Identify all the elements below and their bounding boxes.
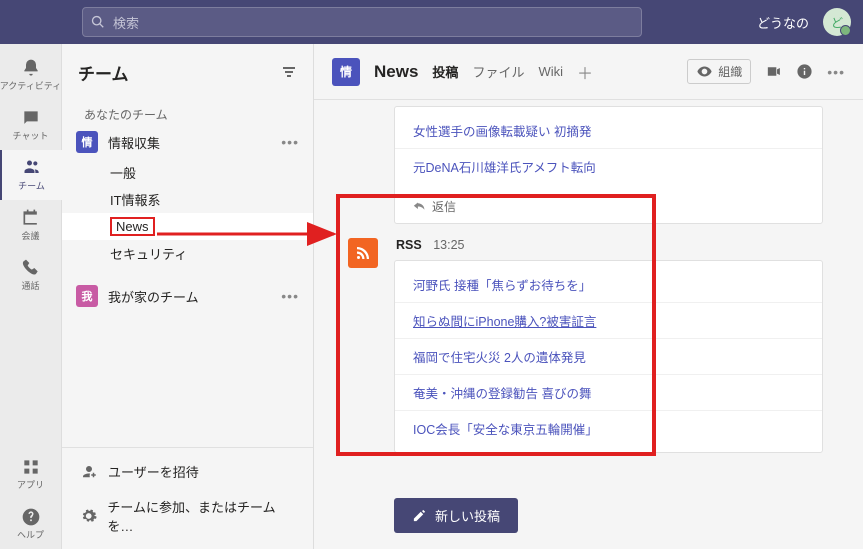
channel-title: News (374, 62, 418, 82)
person-add-icon (80, 463, 98, 481)
side-footer: ユーザーを招待 チームに参加、またはチームを… (62, 447, 313, 549)
search-placeholder: 検索 (113, 13, 139, 32)
rail-calls[interactable]: 通話 (0, 250, 62, 300)
message-card: 河野氏 接種「焦らずお待ちを」 知らぬ間にiPhone購入?被害証言 福岡で住宅… (394, 260, 823, 453)
search-container: 検索 (82, 7, 642, 37)
org-button[interactable]: 組織 (687, 59, 751, 84)
rss-avatar (348, 238, 378, 268)
team-badge: 情 (76, 131, 98, 153)
search-input[interactable]: 検索 (82, 7, 642, 37)
channel-news[interactable]: News (62, 213, 313, 240)
bell-icon (21, 58, 41, 78)
channel-badge: 情 (332, 58, 360, 86)
messages-area: 女性選手の画像転載疑い 初摘発 元DeNA石川雄洋氏アメフト転向 返信 RSS … (314, 100, 863, 486)
username[interactable]: どうなの (757, 13, 809, 32)
team-badge: 我 (76, 285, 98, 307)
gear-icon (80, 507, 97, 525)
rail-teams[interactable]: チーム (0, 150, 62, 200)
info-icon[interactable] (796, 63, 813, 80)
titlebar: 検索 どうなの ど (0, 0, 863, 44)
channel-it[interactable]: IT情報系 (62, 186, 313, 213)
more-icon[interactable]: ••• (281, 134, 299, 150)
section-label: あなたのチーム (76, 106, 313, 123)
more-icon[interactable]: ••• (281, 288, 299, 304)
more-icon[interactable]: ••• (827, 64, 845, 80)
search-icon (91, 15, 105, 29)
video-icon[interactable] (765, 63, 782, 80)
message-card: 女性選手の画像転載疑い 初摘発 元DeNA石川雄洋氏アメフト転向 返信 (394, 106, 823, 224)
news-link[interactable]: 知らぬ間にiPhone購入?被害証言 (395, 303, 822, 339)
calendar-icon (21, 208, 41, 228)
help-icon (21, 507, 41, 527)
rail-calendar[interactable]: 会議 (0, 200, 62, 250)
rss-message: RSS 13:25 河野氏 接種「焦らずお待ちを」 知らぬ間にiPhone購入?… (394, 238, 823, 459)
timestamp: 13:25 (433, 238, 464, 252)
compose-bar: 新しい投稿 (314, 486, 863, 549)
side-header: チーム (62, 44, 313, 100)
side-panel: チーム あなたのチーム 情 情報収集 ••• 一般 IT情報系 News セキュ… (62, 44, 314, 549)
news-link[interactable]: 福岡で住宅火災 2人の遺体発見 (395, 339, 822, 375)
news-link[interactable]: 河野氏 接種「焦らずお待ちを」 (395, 267, 822, 303)
channel-security[interactable]: セキュリティ (62, 240, 313, 267)
sender-name: RSS (396, 238, 422, 252)
news-link[interactable]: 女性選手の画像転載疑い 初摘発 (395, 113, 822, 149)
rail-activity[interactable]: アクティビティ (0, 50, 62, 100)
rail-apps[interactable]: アプリ (0, 449, 62, 499)
filter-icon[interactable] (281, 64, 297, 80)
rail-chat[interactable]: チャット (0, 100, 62, 150)
team-name: 我が家のチーム (108, 287, 271, 306)
side-title: チーム (78, 60, 129, 85)
message-header: RSS 13:25 (394, 238, 823, 252)
invite-button[interactable]: ユーザーを招待 (62, 454, 313, 489)
rss-icon (354, 244, 372, 262)
join-team-button[interactable]: チームに参加、またはチームを… (62, 489, 313, 543)
news-link[interactable]: 奄美・沖縄の登録勧告 喜びの舞 (395, 375, 822, 411)
app-rail: アクティビティ チャット チーム 会議 通話 アプリ ヘルプ (0, 44, 62, 549)
phone-icon (21, 258, 41, 278)
apps-icon (21, 457, 41, 477)
tab-posts[interactable]: 投稿 (432, 60, 458, 83)
team-name: 情報収集 (108, 133, 271, 152)
teams-icon (22, 158, 42, 178)
avatar[interactable]: ど (823, 8, 851, 36)
chat-icon (21, 108, 41, 128)
compose-icon (412, 508, 427, 523)
tab-files[interactable]: ファイル (472, 60, 524, 83)
add-tab-button[interactable]: ＋ (577, 60, 593, 84)
reply-button[interactable]: 返信 (395, 190, 822, 223)
channel-general[interactable]: 一般 (62, 159, 313, 186)
team-row[interactable]: 我 我が家のチーム ••• (62, 279, 313, 313)
new-post-button[interactable]: 新しい投稿 (394, 498, 518, 533)
reply-icon (413, 200, 426, 213)
channel-header: 情 News 投稿 ファイル Wiki ＋ 組織 ••• (314, 44, 863, 100)
main-area: 情 News 投稿 ファイル Wiki ＋ 組織 ••• 女性選手の画像転載疑い… (314, 44, 863, 549)
eye-icon (696, 63, 713, 80)
tab-wiki[interactable]: Wiki (538, 62, 563, 81)
news-link[interactable]: IOC会長「安全な東京五輪開催」 (395, 411, 822, 446)
user-area: どうなの ど (757, 8, 851, 36)
news-link[interactable]: 元DeNA石川雄洋氏アメフト転向 (395, 149, 822, 184)
rail-help[interactable]: ヘルプ (0, 499, 62, 549)
team-row[interactable]: 情 情報収集 ••• (62, 125, 313, 159)
